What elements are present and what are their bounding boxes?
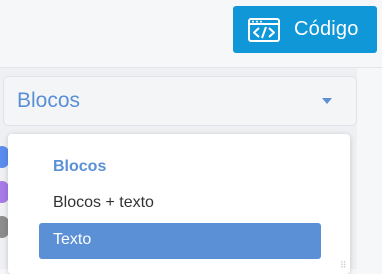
- block-mode-dropdown: Blocos Blocos + texto Texto: [8, 134, 350, 274]
- code-button[interactable]: Código: [233, 6, 377, 53]
- code-window-icon: [248, 17, 280, 42]
- caret-down-icon: [322, 98, 332, 104]
- workspace-edge: [357, 68, 382, 269]
- option-blocks-text[interactable]: Blocos + texto: [39, 186, 321, 222]
- block-mode-value: Blocos: [17, 89, 81, 112]
- dropdown-group-label: Blocos: [39, 150, 321, 186]
- group-label-text: Blocos: [53, 158, 107, 175]
- top-toolbar: Código: [0, 0, 382, 68]
- option-label: Blocos + texto: [53, 194, 154, 211]
- drag-grip-icon: ⠿: [340, 260, 347, 270]
- code-button-label: Código: [294, 18, 359, 40]
- block-mode-select[interactable]: Blocos: [3, 76, 357, 126]
- option-label: Texto: [53, 231, 92, 248]
- option-text[interactable]: Texto: [39, 223, 321, 259]
